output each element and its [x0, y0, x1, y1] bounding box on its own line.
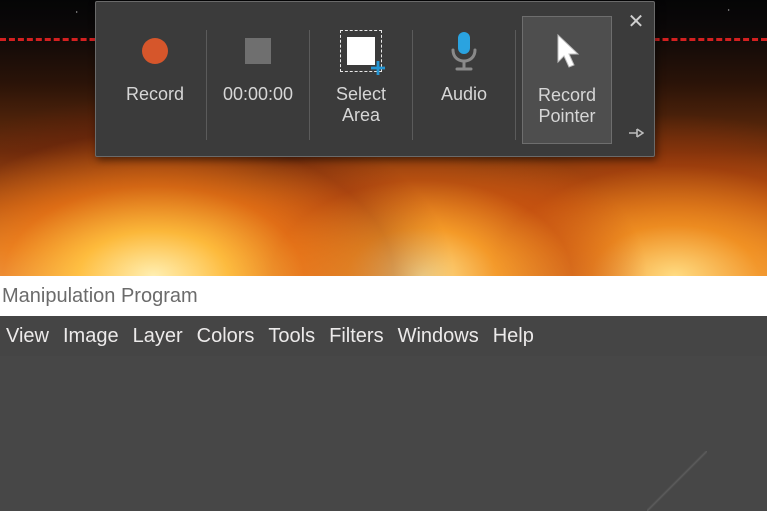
close-icon[interactable]: ✕ [624, 8, 649, 36]
separator [309, 30, 310, 140]
menu-tools[interactable]: Tools [268, 325, 315, 348]
window-title-text: Manipulation Program [2, 285, 198, 308]
audio-button[interactable]: Audio [419, 16, 509, 144]
microphone-icon [441, 28, 487, 74]
timer-display: 00:00:00 [213, 16, 303, 144]
select-area-button[interactable]: Select Area [316, 16, 406, 144]
menu-help[interactable]: Help [493, 325, 534, 348]
toolbar-side-controls: ✕ [622, 2, 654, 156]
menu-colors[interactable]: Colors [197, 325, 255, 348]
stop-icon [235, 28, 281, 74]
screen-recorder-toolbar: Record 00:00:00 Select Area [95, 1, 655, 157]
menu-windows[interactable]: Windows [398, 325, 479, 348]
menu-filters[interactable]: Filters [329, 325, 383, 348]
menu-bar: View Image Layer Colors Tools Filters Wi… [0, 316, 767, 356]
record-label: Record [126, 84, 184, 105]
separator [206, 30, 207, 140]
timer-value: 00:00:00 [223, 84, 293, 105]
record-icon [132, 28, 178, 74]
separator [515, 30, 516, 140]
menu-layer[interactable]: Layer [133, 325, 183, 348]
record-pointer-button[interactable]: Record Pointer [522, 16, 612, 144]
window-titlebar: Manipulation Program [0, 276, 767, 316]
menu-view[interactable]: View [6, 325, 49, 348]
select-area-label: Select Area [336, 84, 386, 125]
pin-icon[interactable] [626, 124, 646, 144]
pointer-icon [544, 29, 590, 75]
canvas-area[interactable] [0, 356, 767, 511]
record-button[interactable]: Record [110, 16, 200, 144]
toolbar-body: Record 00:00:00 Select Area [96, 2, 622, 164]
separator [412, 30, 413, 140]
audio-label: Audio [441, 84, 487, 105]
select-area-icon [338, 28, 384, 74]
record-pointer-label: Record Pointer [538, 85, 596, 126]
menu-image[interactable]: Image [63, 325, 119, 348]
